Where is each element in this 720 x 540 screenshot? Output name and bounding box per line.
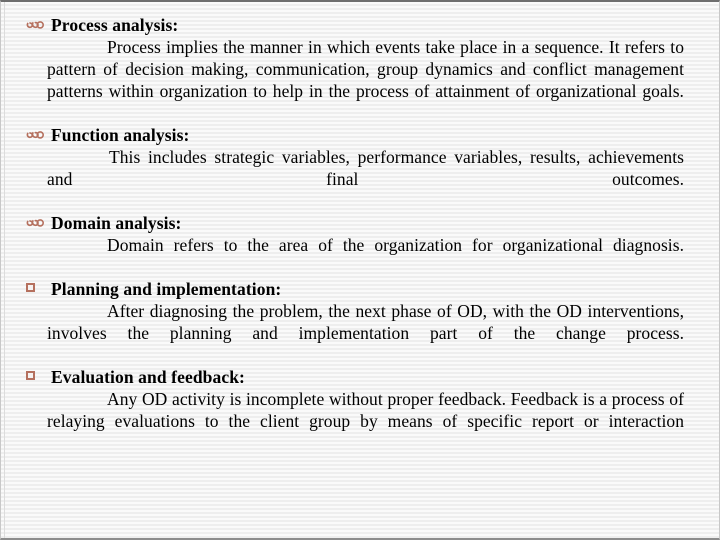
section-planning-and-implementation: Planning and implementation: After diagn… (1, 278, 719, 366)
section-body-text: Process implies the manner in which even… (47, 37, 684, 101)
section-body-text: Domain refers to the area of the organiz… (107, 235, 684, 255)
section-heading: Function analysis: (1, 124, 719, 146)
section-domain-analysis: Domain analysis: Domain refers to the ar… (1, 212, 719, 278)
section-function-analysis: Function analysis: This includes strateg… (1, 124, 719, 212)
section-heading-text: Process analysis: (51, 15, 179, 35)
square-bullet-icon (26, 371, 46, 380)
section-evaluation-and-feedback: Evaluation and feedback: Any OD activity… (1, 366, 719, 454)
section-heading: Domain analysis: (1, 212, 719, 234)
fleuron-bullet-icon (26, 212, 46, 229)
fleuron-bullet-icon (26, 124, 46, 141)
section-heading-text: Planning and implementation: (51, 279, 282, 299)
section-heading: Planning and implementation: (1, 278, 719, 300)
section-heading: Evaluation and feedback: (1, 366, 719, 388)
square-bullet-icon (26, 283, 46, 292)
slide-canvas: Process analysis: Process implies the ma… (0, 0, 720, 540)
section-body-text: After diagnosing the problem, the next p… (47, 301, 684, 343)
section-body-text: This includes strategic variables, perfo… (47, 147, 684, 189)
section-heading: Process analysis: (1, 14, 719, 36)
slide-content: Process analysis: Process implies the ma… (1, 14, 719, 454)
fleuron-bullet-icon (26, 14, 46, 31)
section-heading-text: Evaluation and feedback: (51, 367, 245, 387)
section-process-analysis: Process analysis: Process implies the ma… (1, 14, 719, 124)
section-body-text: Any OD activity is incomplete without pr… (47, 389, 684, 431)
section-heading-text: Domain analysis: (51, 213, 182, 233)
section-heading-text: Function analysis: (51, 125, 190, 145)
